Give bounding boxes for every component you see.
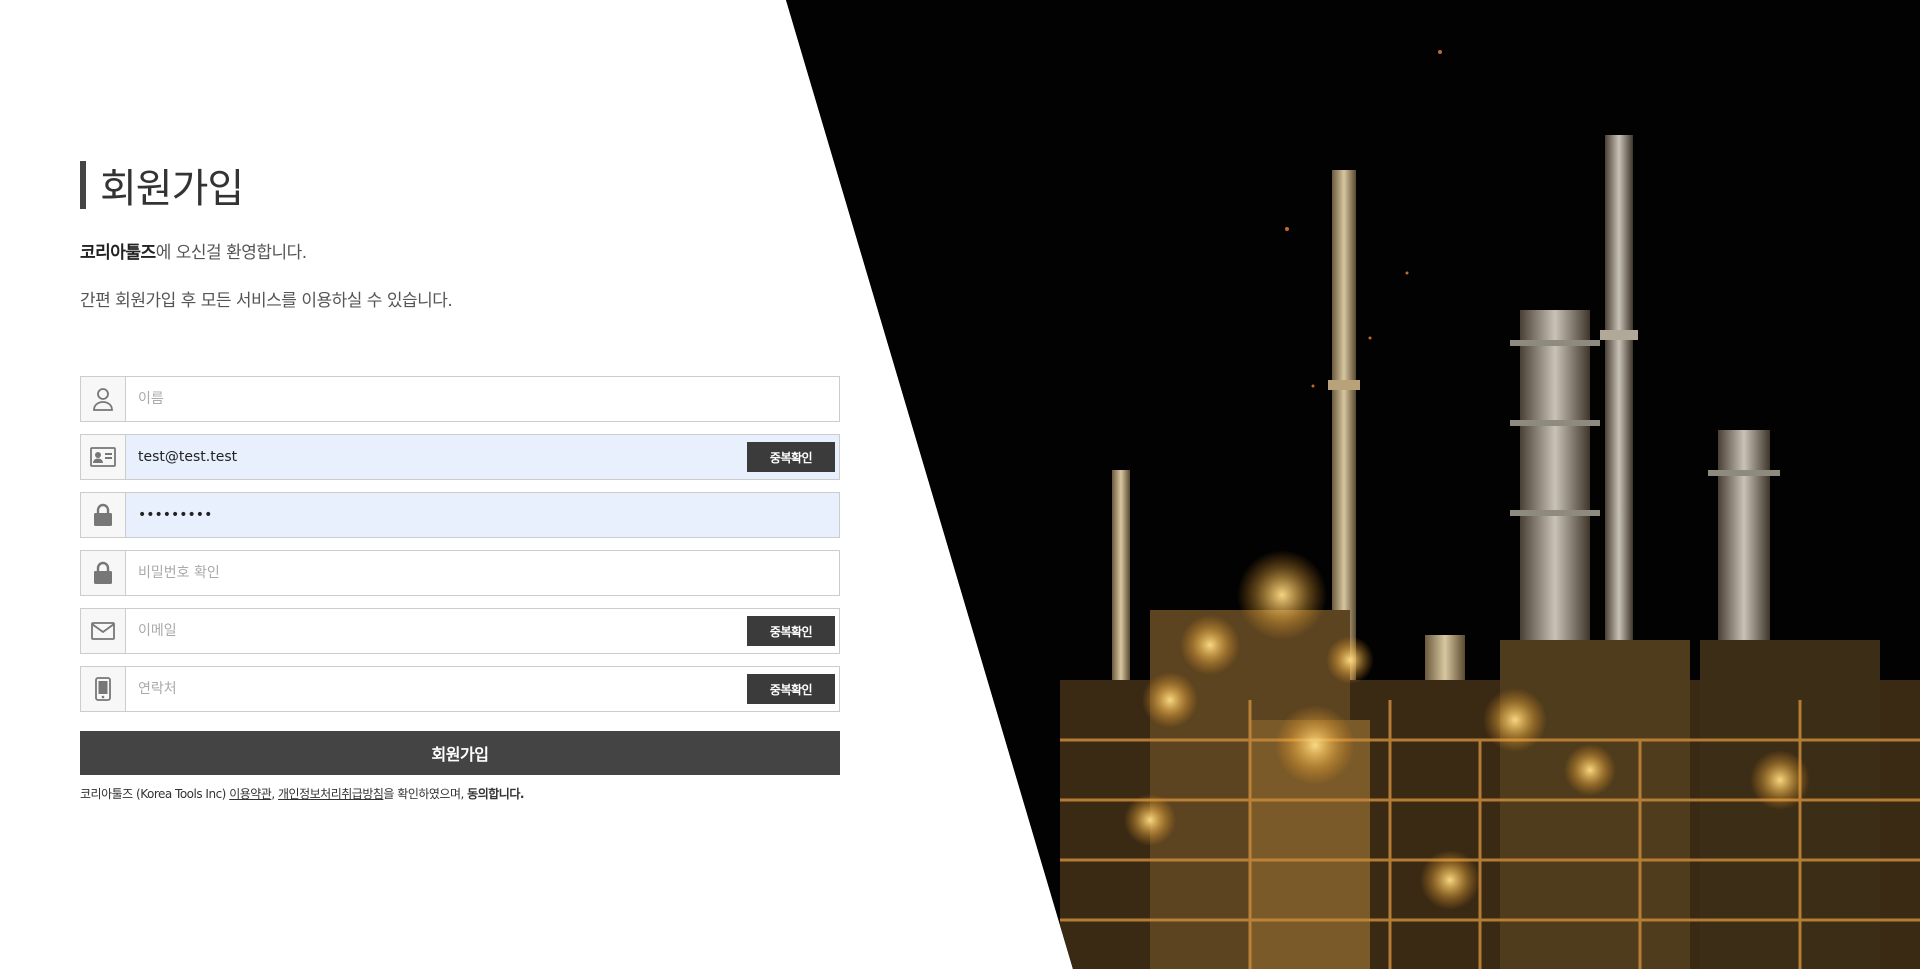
password-confirm-input[interactable]: [126, 551, 839, 595]
id-card-icon: [81, 435, 126, 479]
password-field: [80, 492, 840, 538]
privacy-policy-link[interactable]: 개인정보처리취급방침: [278, 787, 384, 801]
name-input[interactable]: [126, 377, 839, 421]
terms-company: 코리아툴즈: [80, 787, 133, 801]
id-input[interactable]: [126, 435, 839, 479]
mail-icon: [81, 609, 126, 653]
terms-company-en: (Korea Tools Inc): [136, 787, 226, 801]
form-fields: 중복확인: [80, 376, 840, 724]
terms-of-service-link[interactable]: 이용약관: [229, 787, 272, 801]
phone-input[interactable]: [126, 667, 839, 711]
lock-icon: [81, 551, 126, 595]
phone-duplicate-check-button[interactable]: 중복확인: [747, 674, 835, 704]
password-input[interactable]: [126, 493, 839, 537]
phone-field: 중복확인: [80, 666, 840, 712]
intro-line-2: 간편 회원가입 후 모든 서비스를 이용하실 수 있습니다.: [80, 291, 453, 311]
page-title: 회원가입: [100, 166, 244, 212]
id-duplicate-check-button[interactable]: 중복확인: [747, 442, 835, 472]
email-input[interactable]: [126, 609, 839, 653]
title-accent-bar: [80, 161, 86, 209]
intro-brand: 코리아툴즈: [80, 243, 156, 263]
signup-submit-button[interactable]: 회원가입: [80, 731, 840, 775]
user-icon: [81, 377, 126, 421]
intro-line-1-rest: 에 오신걸 환영합니다.: [155, 243, 307, 263]
terms-agree: 동의합니다.: [467, 787, 524, 801]
signup-form: 회원가입 코리아툴즈에 오신걸 환영합니다. 간편 회원가입 후 모든 서비스를…: [80, 160, 840, 801]
email-field: 중복확인: [80, 608, 840, 654]
terms-notice: 코리아툴즈 (Korea Tools Inc) 이용약관, 개인정보처리취급방침…: [80, 785, 524, 802]
terms-separator: ,: [271, 787, 275, 801]
phone-icon: [81, 667, 126, 711]
lock-icon: [81, 493, 126, 537]
intro-line-1: 코리아툴즈에 오신걸 환영합니다.: [80, 238, 840, 263]
id-field: 중복확인: [80, 434, 840, 480]
email-duplicate-check-button[interactable]: 중복확인: [747, 616, 835, 646]
terms-tail: 을 확인하였으며,: [383, 787, 464, 801]
intro-text: 코리아툴즈에 오신걸 환영합니다. 간편 회원가입 후 모든 서비스를 이용하실…: [80, 238, 840, 311]
password-confirm-field: [80, 550, 840, 596]
name-field: [80, 376, 840, 422]
page-title-wrap: 회원가입: [80, 160, 840, 212]
